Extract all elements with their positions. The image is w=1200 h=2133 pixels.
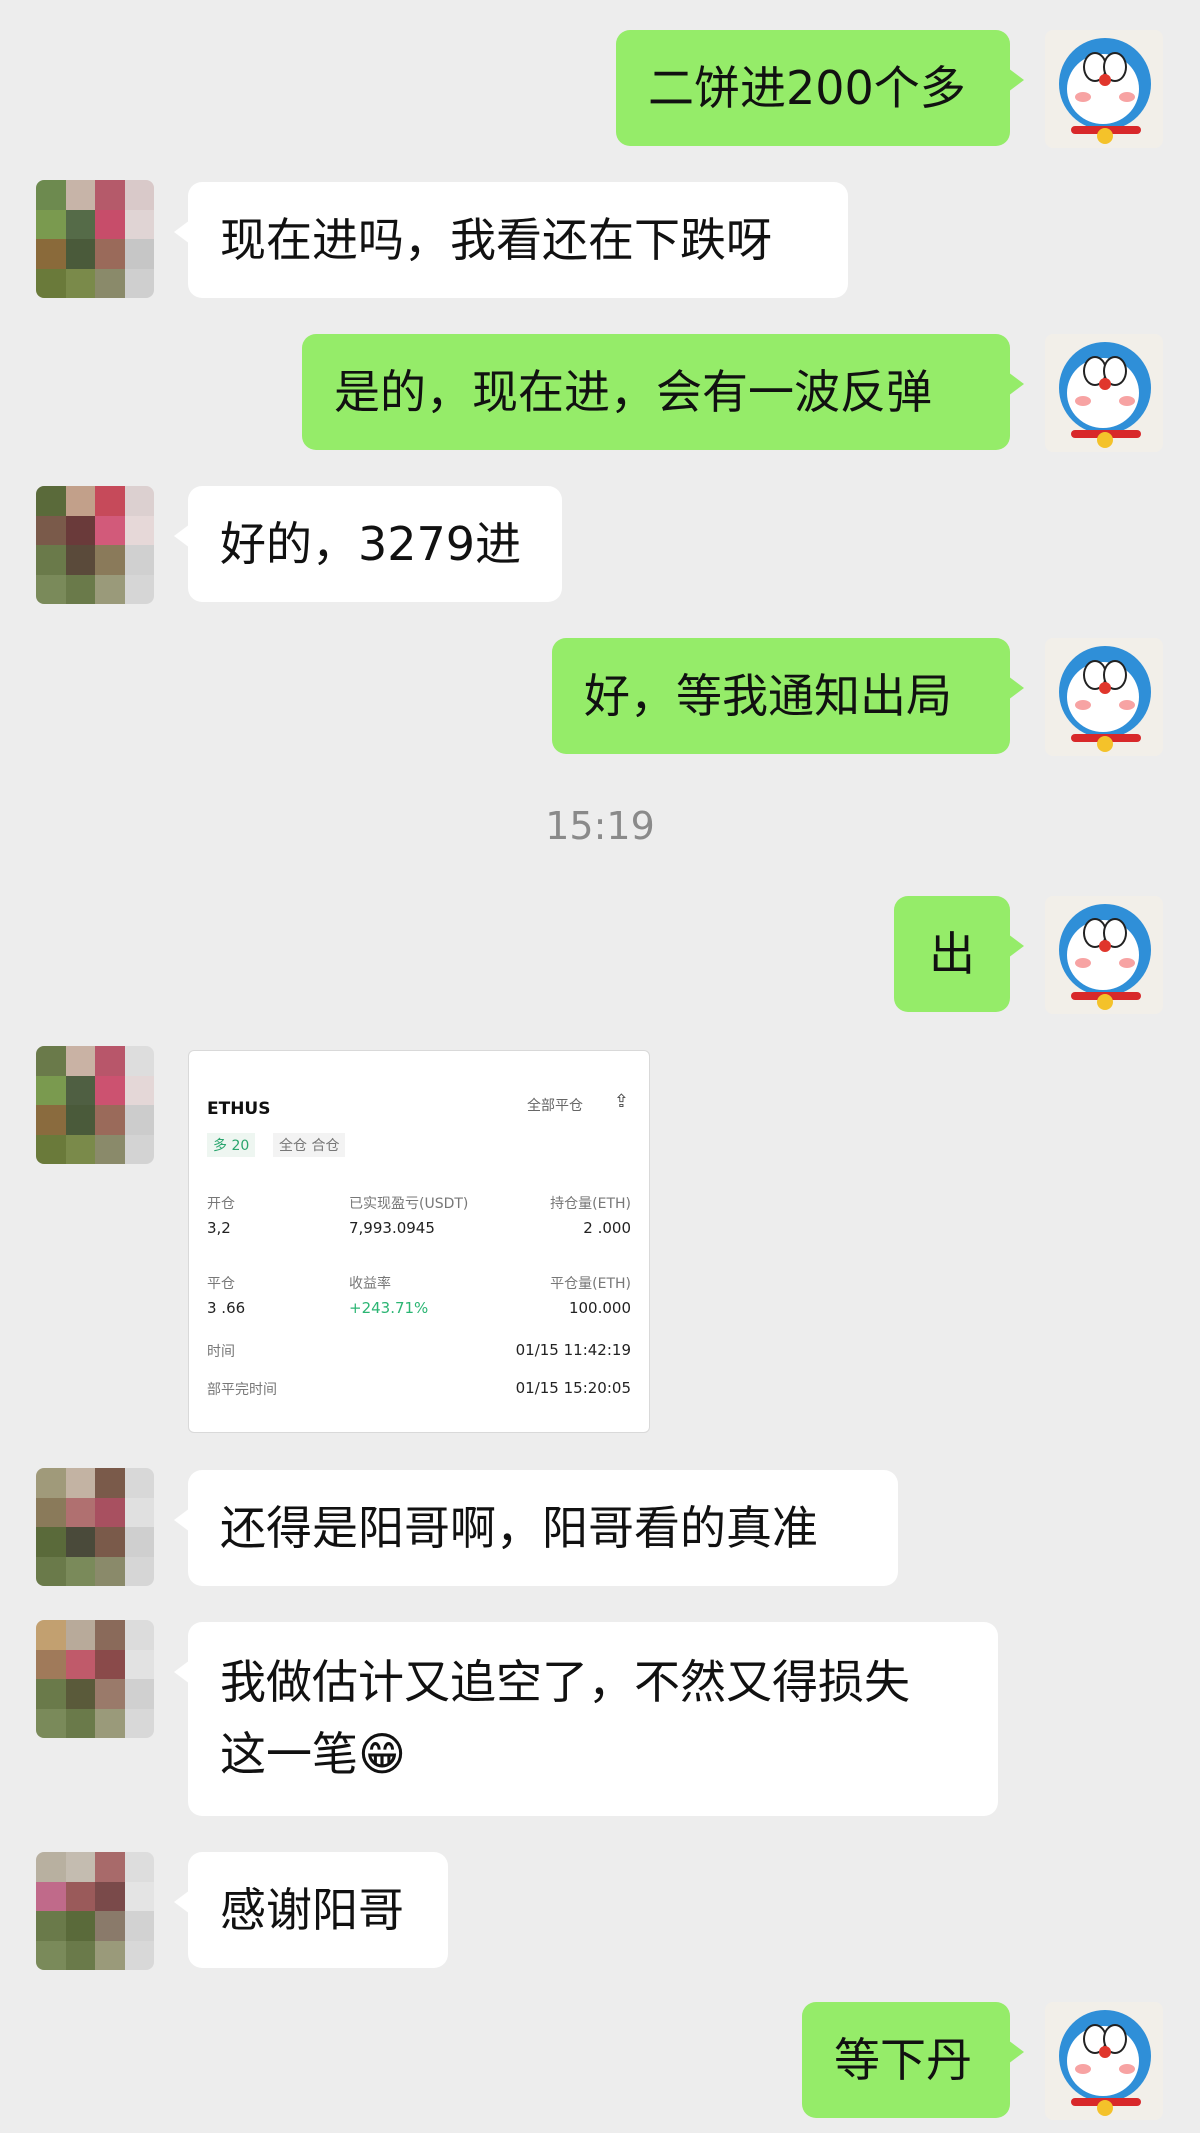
close-price-label: 平仓 xyxy=(207,1276,235,1292)
share-icon[interactable]: ⇪ xyxy=(614,1091,629,1112)
message-line-1: 我做估计又追空了，不然又得损失 xyxy=(220,1655,910,1709)
pixelated-avatar-icon xyxy=(36,1046,154,1164)
my-avatar[interactable] xyxy=(1045,30,1163,148)
message-bubble-me[interactable]: 是的，现在进，会有一波反弹 xyxy=(302,334,1024,450)
pixelated-avatar-icon xyxy=(36,1852,154,1970)
pixelated-avatar-icon xyxy=(36,486,154,604)
contact-avatar[interactable] xyxy=(36,486,154,604)
pixelated-avatar-icon xyxy=(36,1468,154,1586)
my-avatar[interactable] xyxy=(1045,2002,1163,2120)
my-avatar[interactable] xyxy=(1045,334,1163,452)
realized-pnl-label: 已实现盈亏(USDT) xyxy=(349,1196,469,1212)
my-avatar[interactable] xyxy=(1045,638,1163,756)
message-bubble-me[interactable]: 等下丹 xyxy=(802,2002,1024,2118)
yield-label: 收益率 xyxy=(349,1276,391,1292)
long-leverage-tag: 多 20 xyxy=(207,1133,256,1157)
doraemon-avatar-icon xyxy=(1045,30,1163,148)
position-size-label: 持仓量(ETH) xyxy=(550,1196,631,1212)
closed-size-value: 100.000 xyxy=(568,1299,631,1317)
open-time-label: 时间 xyxy=(207,1344,235,1360)
contact-avatar[interactable] xyxy=(36,1046,154,1164)
doraemon-avatar-icon xyxy=(1045,334,1163,452)
doraemon-avatar-icon xyxy=(1045,2002,1163,2120)
contact-avatar[interactable] xyxy=(36,180,154,298)
closed-size-label: 平仓量(ETH) xyxy=(550,1276,631,1292)
contact-avatar[interactable] xyxy=(36,1620,154,1738)
trade-symbol: ETHUS xyxy=(207,1099,271,1119)
doraemon-avatar-icon xyxy=(1045,638,1163,756)
message-bubble-me[interactable]: 出 xyxy=(894,896,1024,1012)
open-price-value: 3,2 xyxy=(207,1219,231,1237)
margin-mode-tag: 全仓 合仓 xyxy=(273,1133,346,1157)
message-bubble-other[interactable]: 我做估计又追空了，不然又得损失 这一笔😁 xyxy=(174,1622,998,1816)
close-price-value: 3 .66 xyxy=(207,1299,246,1317)
full-close-time-label: 部平完时间 xyxy=(207,1382,277,1398)
doraemon-avatar-icon xyxy=(1045,896,1163,1014)
trade-result-card[interactable]: ETHUS 全部平仓 ⇪ 多 20 全仓 合仓 开仓 3,2 已实现盈亏(USD… xyxy=(188,1050,650,1433)
realized-pnl-value: 7,993.0945 xyxy=(349,1219,435,1237)
message-bubble-other[interactable]: 还得是阳哥啊，阳哥看的真准 xyxy=(174,1470,898,1586)
contact-avatar[interactable] xyxy=(36,1468,154,1586)
message-bubble-me[interactable]: 好，等我通知出局 xyxy=(552,638,1024,754)
message-line-2: 这一笔😁 xyxy=(220,1727,406,1781)
full-close-time-value: 01/15 15:20:05 xyxy=(515,1379,631,1397)
message-bubble-other[interactable]: 现在进吗，我看还在下跌呀 xyxy=(174,182,848,298)
yield-value: +243.71% xyxy=(349,1299,429,1317)
message-bubble-other[interactable]: 感谢阳哥 xyxy=(174,1852,448,1968)
contact-avatar[interactable] xyxy=(36,1852,154,1970)
my-avatar[interactable] xyxy=(1045,896,1163,1014)
close-all-label[interactable]: 全部平仓 xyxy=(527,1095,583,1115)
message-bubble-other[interactable]: 好的，3279进 xyxy=(174,486,562,602)
pixelated-avatar-icon xyxy=(36,1620,154,1738)
timestamp: 15:19 xyxy=(545,804,655,848)
message-bubble-me[interactable]: 二饼进200个多 xyxy=(616,30,1024,146)
open-price-label: 开仓 xyxy=(207,1196,235,1212)
position-size-value: 2 .000 xyxy=(583,1219,631,1237)
open-time-value: 01/15 11:42:19 xyxy=(515,1341,631,1359)
pixelated-avatar-icon xyxy=(36,180,154,298)
